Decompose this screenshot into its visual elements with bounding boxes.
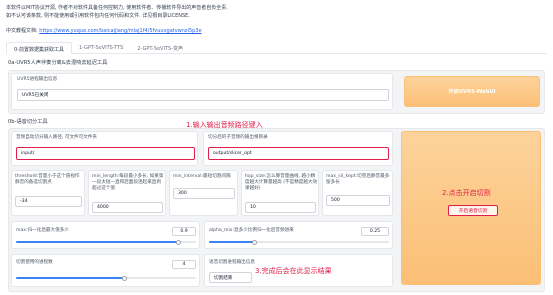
input-path-card: 音频自动切分输入路径, 可文件可文件夹 input/ xyxy=(11,131,198,166)
alpha-slider-track[interactable] xyxy=(209,241,389,243)
hop-size-field[interactable]: 10 xyxy=(245,202,316,213)
uvr5-section-title: 0a-UVR5人声伴奏分离&去混响去延迟工具 xyxy=(8,60,108,66)
n-process-label: 切割使用的进程数 xyxy=(16,260,53,265)
tab-bar: 0-前置数据集获取工具 1-GPT-SoVITS-TTS 2-GPT-SoVIT… xyxy=(6,42,547,54)
annotation-step1: 1.输入输出音频路径键入 xyxy=(186,121,263,129)
tab-tts[interactable]: 1-GPT-SoVITS-TTS xyxy=(72,42,130,53)
uvr5-status-card: UVR5进程输出信息 UVR5已关闭 xyxy=(11,73,393,110)
uvr5-status-label: UVR5进程输出信息 xyxy=(17,77,58,82)
start-slice-button[interactable]: 开启语音切割 xyxy=(448,205,498,216)
threshold-label: threshold:音量小于这个值视作静音的备选切割点 xyxy=(15,174,80,185)
output-dir-card: 切分后的子音频的输出根目录 output/slicer_opt xyxy=(203,131,393,166)
min-length-field[interactable]: 4000 xyxy=(92,202,163,213)
min-length-label: min_length:每段最小多长, 如果第一段太短一直和后面段连起来直到超过这… xyxy=(92,174,164,191)
alpha-label: alpha_mix:混多少比例归一化后音频进来 xyxy=(209,228,294,233)
max-slider-track[interactable] xyxy=(16,241,196,243)
alpha-slider-thumb[interactable] xyxy=(251,239,257,245)
input-path-field[interactable]: input/ xyxy=(16,147,195,160)
uvr5-status-field[interactable]: UVR5已关闭 xyxy=(17,89,389,101)
annotation-step3: 3.完成后会在此显示结果 xyxy=(255,267,332,275)
tab-voice-change[interactable]: 2-GPT-SoVITS-变声 xyxy=(130,42,190,53)
input-path-label: 音频自动切分输入路径, 可文件可文件夹 xyxy=(16,135,98,140)
tab-dataset-tools[interactable]: 0-前置数据集获取工具 xyxy=(6,42,72,54)
max-card: max:归一化后最大值多少 0.9 xyxy=(11,221,200,249)
open-uvr5-button[interactable]: 开启UVR5-WebUI xyxy=(404,76,540,107)
alpha-card: alpha_mix:混多少比例归一化后音频进来 0.25 xyxy=(204,221,393,249)
min-length-card: min_length:每段最小多长, 如果第一段太短一直和后面段连起来直到超过这… xyxy=(88,170,166,216)
hop-size-label: hop_size:怎么算音量曲线, 越小精度越大计算量越高 (不是精度越大效果越… xyxy=(245,174,318,191)
n-process-slider-track[interactable] xyxy=(16,277,196,279)
hop-size-card: hop_size:怎么算音量曲线, 越小精度越大计算量越高 (不是精度越大效果越… xyxy=(241,170,319,216)
max-slider-fill xyxy=(16,241,178,243)
threshold-card: threshold:音量小于这个值视作静音的备选切割点 -34 xyxy=(11,170,85,216)
slicer-section-title: 0b-语音切分工具 xyxy=(8,119,48,125)
threshold-field[interactable]: -34 xyxy=(15,196,82,207)
tutorial-prefix: 中文教程文档: xyxy=(6,28,40,34)
tutorial-link[interactable]: https://www.yuque.com/baicaijiang/mlaj1f… xyxy=(39,28,201,34)
n-process-field[interactable]: 4 xyxy=(172,260,196,269)
max-sil-kept-label: max_sil_kept:切完后静音最多留多长 xyxy=(326,174,390,185)
license-notice-line2: 如不认可该条款, 则不能使用或引用软件包内任何代码和文件. 详见根目录LICEN… xyxy=(6,13,190,19)
alpha-slider-fill xyxy=(209,241,254,243)
min-interval-card: min_interval:最短切割间隔 300 xyxy=(169,170,238,216)
max-label: max:归一化后最大值多少 xyxy=(16,228,69,233)
n-process-slider-fill xyxy=(16,277,124,279)
n-process-slider-thumb[interactable] xyxy=(121,275,127,281)
min-interval-label: min_interval:最短切割间隔 xyxy=(173,174,231,179)
max-sil-kept-field[interactable]: 500 xyxy=(326,195,390,206)
output-dir-label: 切分后的子音频的输出根目录 xyxy=(208,135,268,140)
slice-output-label: 语音切割进程输出信息 xyxy=(209,260,255,265)
slice-output-field[interactable]: 切割结束 xyxy=(209,272,252,283)
max-value-field[interactable]: 0.9 xyxy=(172,227,196,236)
max-slider-thumb[interactable] xyxy=(175,239,181,245)
alpha-value-field[interactable]: 0.25 xyxy=(361,227,389,236)
min-interval-field[interactable]: 300 xyxy=(173,188,235,199)
tutorial-line: 中文教程文档: https://www.yuque.com/baicaijian… xyxy=(6,27,202,36)
n-process-card: 切割使用的进程数 4 xyxy=(11,254,200,287)
annotation-step2: 2.点击开启切割 xyxy=(442,189,491,197)
output-dir-field[interactable]: output/slicer_opt xyxy=(208,147,389,160)
max-sil-kept-card: max_sil_kept:切完后静音最多留多长 500 xyxy=(322,170,393,216)
